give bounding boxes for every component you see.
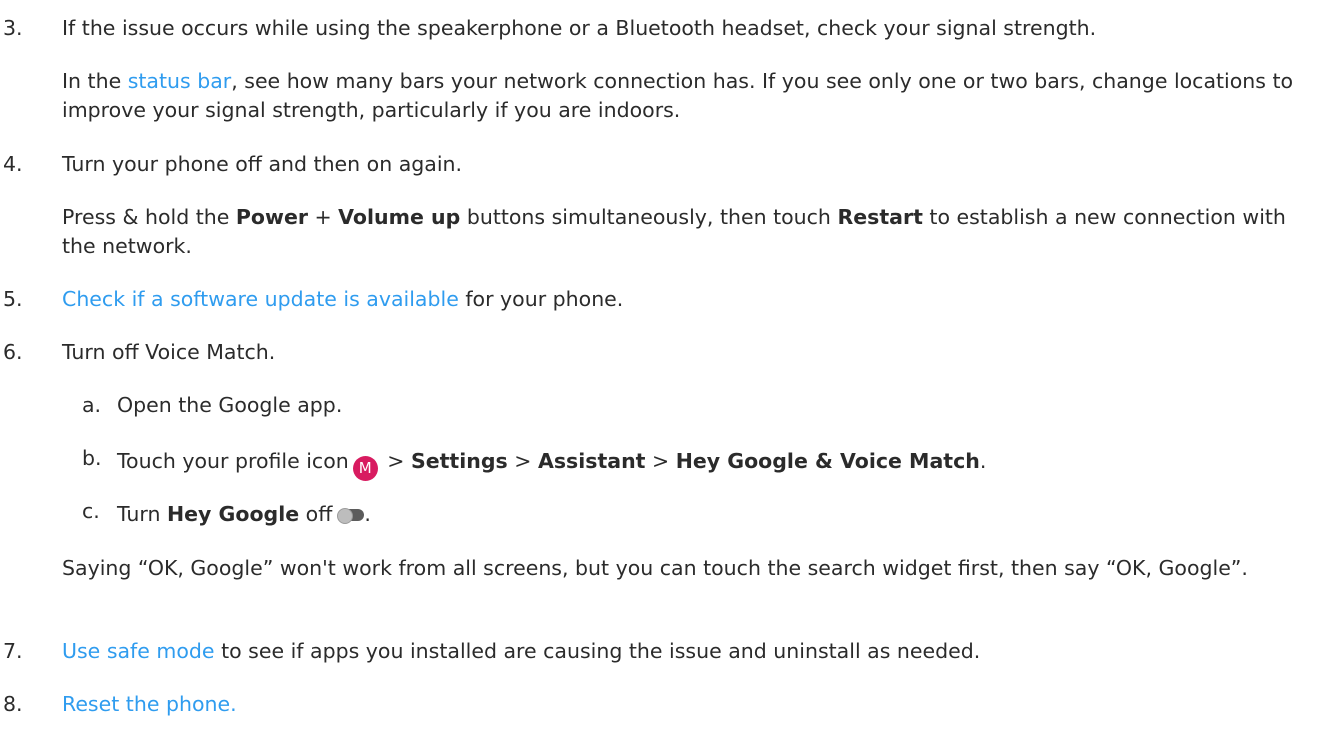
step-number: 3. [3, 16, 23, 40]
step-number: 5. [3, 287, 23, 311]
settings-label: Settings [410, 449, 508, 473]
separator: > [380, 449, 411, 473]
step-text: to see if apps you installed are causing… [214, 639, 981, 663]
substep-a-text: Open the Google app. [117, 393, 343, 417]
power-label: Power [235, 205, 308, 229]
substep-text: Turn [117, 502, 167, 526]
step-number: 7. [3, 639, 23, 663]
substep-text: Touch your profile icon [117, 449, 349, 473]
profile-avatar-icon: M [352, 456, 378, 481]
detail-text: In the [62, 69, 128, 93]
step-4-text: Turn your phone off and then on again. [62, 150, 1322, 179]
punctuation: . [364, 502, 371, 526]
hey-google-voice-match-label: Hey Google & Voice Match [675, 449, 980, 473]
step-6-note: Saying “OK, Google” won't work from all … [62, 554, 1322, 583]
substep-b-text: Touch your profile icon M > Settings > As… [117, 447, 986, 481]
step-8-text: Reset the phone. [62, 690, 1322, 719]
step-number: 4. [3, 152, 23, 176]
help-article: 3. If the issue occurs while using the s… [0, 0, 1330, 740]
assistant-label: Assistant [537, 449, 646, 473]
software-update-link[interactable]: Check if a software update is available [62, 287, 459, 311]
toggle-knob [337, 508, 354, 524]
step-text: for your phone. [458, 287, 624, 311]
separator: > [645, 449, 676, 473]
step-3-text: If the issue occurs while using the spea… [62, 16, 1097, 40]
restart-label: Restart [837, 205, 923, 229]
step-4-detail: Press & hold the Power + Volume up butto… [62, 203, 1322, 261]
hey-google-label: Hey Google [166, 502, 300, 526]
punctuation: . [979, 449, 987, 473]
step-6-text: Turn off Voice Match. [62, 338, 1322, 367]
toggle-off-icon [337, 508, 365, 524]
step-text: Turn your phone off and then on again. [62, 152, 463, 176]
detail-text: , see how many bars your network connect… [62, 69, 1294, 122]
step-text: If the issue occurs while using the spea… [62, 14, 1322, 43]
status-bar-link[interactable]: status bar [128, 69, 232, 93]
separator: > [507, 449, 538, 473]
detail-text: buttons simultaneously, then touch [460, 205, 838, 229]
reset-phone-link[interactable]: Reset the phone. [62, 692, 237, 716]
safe-mode-link[interactable]: Use safe mode [62, 639, 215, 663]
substep-letter: b. [82, 446, 102, 470]
substep-letter: c. [82, 499, 100, 523]
step-3-detail: In the status bar, see how many bars you… [62, 67, 1322, 125]
substep-letter: a. [82, 393, 102, 417]
step-text: Turn off Voice Match. [62, 340, 276, 364]
detail-text: + [307, 205, 339, 229]
volume-up-label: Volume up [338, 205, 461, 229]
substep-c-text: Turn Hey Google off. [117, 500, 371, 528]
substep-text: off [299, 502, 333, 526]
detail-text: Press & hold the [62, 205, 236, 229]
step-number: 8. [3, 692, 23, 716]
step-7-text: Use safe mode to see if apps you install… [62, 637, 1322, 666]
step-5-text: Check if a software update is available … [62, 285, 1322, 314]
step-number: 6. [3, 340, 23, 364]
note-text: Saying “OK, Google” won't work from all … [62, 556, 1248, 580]
